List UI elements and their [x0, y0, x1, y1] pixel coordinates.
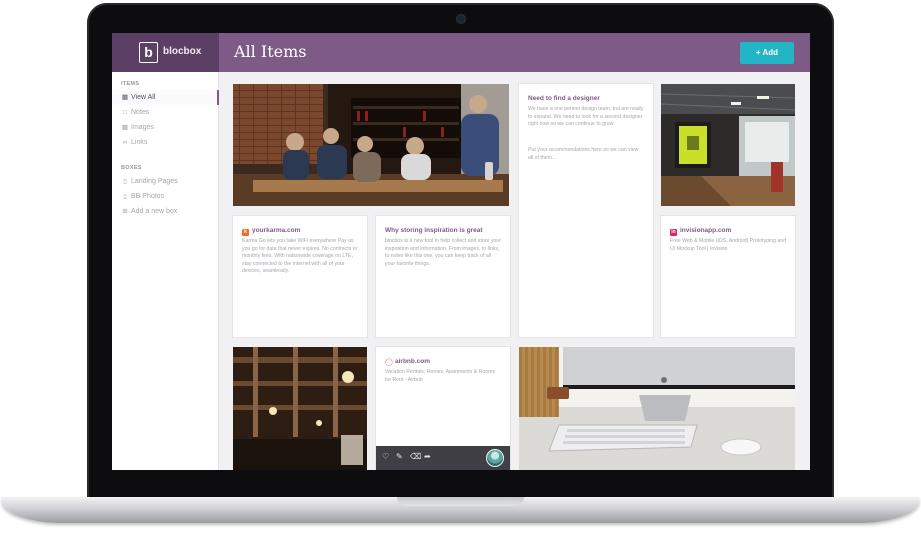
- sidebar-item-add-box[interactable]: ⊞ Add a new box: [112, 204, 219, 219]
- image-card-restaurant[interactable]: [233, 84, 509, 206]
- sidebar-item-view-all[interactable]: ▦ View All: [112, 90, 219, 105]
- link-card-yourkarma[interactable]: k yourkarma.com Karma Go lets you take Wi…: [233, 216, 367, 337]
- laptop-mockup: b blocbox All Items + Add ITEMS ▦ View Al…: [0, 0, 921, 536]
- image-card-desk[interactable]: [519, 347, 795, 470]
- restaurant-photo: [233, 84, 509, 206]
- card-text: Vacation Rentals, Homes, Apartments & Ro…: [385, 369, 496, 383]
- sidebar-item-bb-photos[interactable]: ▯ BB Photos: [112, 189, 219, 204]
- sidebar-item-label: Links: [131, 139, 148, 146]
- sidebar-item-label: BB Photos: [131, 193, 165, 200]
- card-text: blocbox is a new tool to help collect an…: [385, 238, 501, 267]
- link-icon: ∞: [122, 139, 128, 146]
- note-card-inspiration[interactable]: Why storing inspiration is great blocbox…: [376, 216, 510, 337]
- invision-favicon-icon: in: [670, 229, 677, 236]
- image-card-ceiling[interactable]: [233, 347, 367, 470]
- box-icon: ▯: [123, 178, 127, 185]
- card-text: We have a one person design team, but ar…: [528, 106, 644, 128]
- sidebar-section-boxes: BOXES: [121, 165, 142, 171]
- grid-icon: ▦: [121, 94, 129, 101]
- image-card-office[interactable]: [661, 84, 795, 206]
- link-card-airbnb[interactable]: ◯ airbnb.com Vacation Rentals, Homes, Apa…: [376, 347, 510, 470]
- card-title: ◯ airbnb.com: [385, 358, 430, 366]
- card-title-text: airbnb.com: [395, 358, 431, 365]
- yourkarma-favicon-icon: k: [242, 229, 249, 236]
- sidebar-item-label: Landing Pages: [131, 178, 178, 185]
- sidebar-item-label: View All: [131, 94, 156, 101]
- note-card-designer[interactable]: Need to find a designer We have a one pe…: [519, 84, 653, 337]
- plus-icon: ⊞: [122, 208, 128, 215]
- airbnb-favicon-icon: ◯: [385, 359, 393, 366]
- link-card-invision[interactable]: in invisionapp.com Free Web & Mobile (iOS…: [661, 216, 795, 337]
- brand-name: blocbox: [163, 46, 202, 57]
- office-photo: [661, 84, 795, 206]
- sidebar: ITEMS ▦ View All □ Notes ▩ Images ∞ Links BO…: [112, 72, 219, 470]
- brand-area[interactable]: b blocbox: [112, 33, 219, 72]
- card-title-text: yourkarma.com: [252, 227, 301, 234]
- card-title: k yourkarma.com: [242, 227, 300, 236]
- card-text: Free Web & Mobile (iOS, Android) Prototy…: [670, 238, 787, 252]
- ceiling-photo: [233, 347, 367, 470]
- sidebar-item-label: Add a new box: [131, 208, 178, 215]
- sidebar-item-notes[interactable]: □ Notes: [112, 105, 219, 120]
- sidebar-item-images[interactable]: ▩ Images: [112, 120, 219, 135]
- sidebar-item-label: Images: [131, 124, 154, 131]
- card-text-secondary: Put your recommendations here so we can …: [528, 147, 639, 161]
- card-action-bar: ♡ ✎ ⌫ ➦: [376, 446, 510, 470]
- avatar[interactable]: [486, 449, 504, 467]
- sidebar-item-label: Notes: [131, 109, 150, 116]
- share-icon[interactable]: ➦: [424, 452, 431, 461]
- image-icon: ▩: [121, 124, 129, 131]
- edit-icon[interactable]: ✎: [396, 452, 403, 461]
- card-title: Need to find a designer: [528, 95, 600, 102]
- top-header: b blocbox All Items + Add: [112, 33, 810, 72]
- add-button[interactable]: + Add: [740, 42, 794, 64]
- trash-icon[interactable]: ⌫: [410, 452, 421, 461]
- laptop-notch: [397, 497, 524, 506]
- card-title: in invisionapp.com: [670, 227, 731, 236]
- camera-icon: [457, 15, 465, 23]
- heart-icon[interactable]: ♡: [382, 452, 389, 461]
- card-text: Karma Go lets you take WiFi everywhere P…: [242, 238, 358, 275]
- sidebar-item-links[interactable]: ∞ Links: [112, 135, 219, 150]
- page-title: All Items: [234, 42, 307, 61]
- sidebar-section-items: ITEMS: [121, 81, 140, 87]
- note-icon: □: [123, 109, 127, 116]
- sidebar-item-landing-pages[interactable]: ▯ Landing Pages: [112, 174, 219, 189]
- box-icon: ▯: [123, 193, 127, 200]
- logo-icon: b: [139, 42, 158, 63]
- card-title-text: invisionapp.com: [680, 227, 732, 234]
- card-title: Why storing inspiration is great: [385, 227, 483, 234]
- desk-photo: [519, 347, 795, 470]
- app-screen: b blocbox All Items + Add ITEMS ▦ View Al…: [112, 33, 810, 470]
